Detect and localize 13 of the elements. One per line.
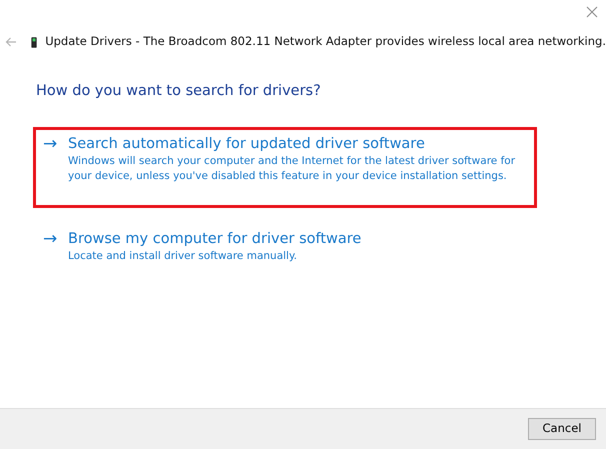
option-description: Locate and install driver software manually. — [68, 248, 298, 264]
option-description: Windows will search your computer and the Internet for the latest driver software for your device, unless you've disabled this feature in your device installation settings. — [68, 154, 516, 184]
arrow-icon: → — [43, 134, 68, 185]
cancel-button[interactable]: Cancel — [528, 418, 596, 440]
network-adapter-icon — [31, 34, 38, 50]
driver-search-option[interactable]: → Browse my computer for driver software Locate and install driver software manually. — [33, 222, 537, 288]
dialog-heading: How do you want to search for drivers? — [36, 82, 321, 101]
arrow-icon: → — [43, 228, 68, 264]
option-title: Browse my computer for driver software — [68, 230, 362, 249]
window-title: Update Drivers - The Broadcom 802.11 Network Adapter provides wireless local area networking. — [45, 33, 606, 50]
driver-search-option[interactable] — [33, 126, 537, 208]
close-button[interactable] — [584, 4, 600, 20]
option-title: Search automatically for updated driver software — [68, 134, 426, 154]
